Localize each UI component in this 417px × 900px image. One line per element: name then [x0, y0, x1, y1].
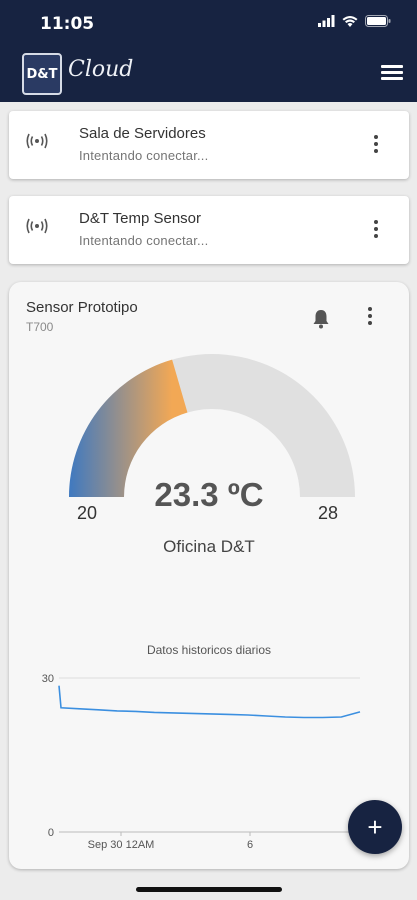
device-card[interactable]: D&T Temp Sensor Intentando conectar...: [9, 196, 409, 264]
status-icons: [318, 15, 391, 27]
app-title: Cloud: [68, 57, 134, 82]
device-name: D&T Temp Sensor: [79, 210, 201, 227]
chart-x-tick-label: 6: [247, 839, 253, 851]
bell-icon[interactable]: [311, 308, 331, 330]
more-options-icon[interactable]: [373, 220, 379, 238]
sensor-location: Oficina D&T: [163, 537, 255, 556]
sensor-card[interactable]: Sensor Prototipo T700 20 28 23.3 ºC Ofic…: [9, 282, 409, 869]
more-options-icon[interactable]: [367, 307, 373, 325]
device-card[interactable]: Sala de Servidores Intentando conectar..…: [9, 111, 409, 179]
sensor-model: T700: [26, 320, 54, 334]
app-logo: D&T: [22, 53, 62, 95]
sensor-name: Sensor Prototipo: [26, 299, 138, 316]
chart-y-tick-label: 0: [48, 827, 54, 839]
status-bar: 11:05: [0, 0, 417, 48]
status-time: 11:05: [40, 14, 95, 34]
menu-icon[interactable]: [381, 62, 403, 84]
device-status: Intentando conectar...: [79, 233, 209, 248]
battery-icon: [365, 15, 391, 27]
broadcast-icon: [26, 133, 48, 149]
app-bar: D&T Cloud: [0, 48, 417, 102]
chart-x-tick-label: Sep 30 12AM: [88, 839, 155, 851]
signal-icon: [318, 15, 335, 27]
gauge-max-label: 28: [317, 503, 339, 523]
device-name: Sala de Servidores: [79, 125, 206, 142]
wifi-icon: [342, 16, 358, 27]
chart-series-line: [58, 685, 361, 719]
temperature-value: 23.3 ºC: [154, 476, 264, 513]
logo-text: D&T: [26, 66, 58, 82]
home-indicator: [136, 887, 282, 892]
add-button[interactable]: +: [348, 800, 402, 854]
broadcast-icon: [26, 218, 48, 234]
more-options-icon[interactable]: [373, 135, 379, 153]
device-status: Intentando conectar...: [79, 148, 209, 163]
chart-title: Datos historicos diarios: [146, 643, 272, 657]
gauge-min-label: 20: [76, 503, 98, 523]
chart-y-tick-label: 30: [42, 673, 54, 685]
